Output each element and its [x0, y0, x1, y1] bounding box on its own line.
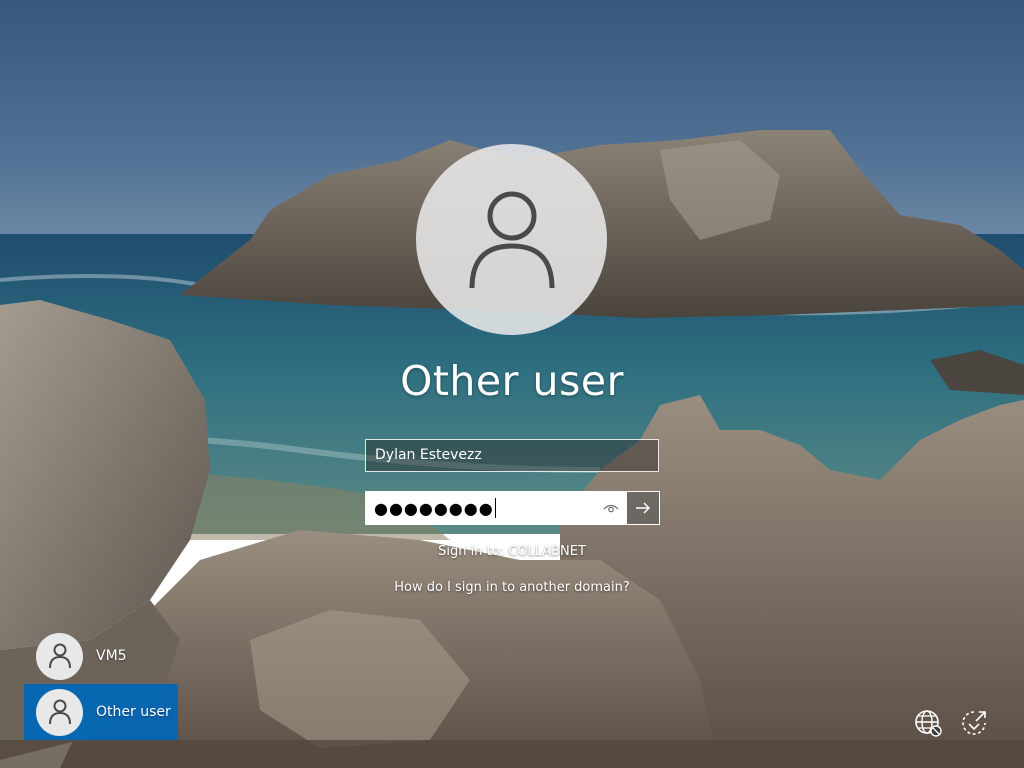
mini-avatar	[36, 688, 83, 736]
other-domain-link[interactable]: How do I sign in to another domain?	[312, 580, 712, 595]
user-item-label: Other user	[96, 704, 171, 720]
arrow-right-icon	[636, 502, 650, 514]
password-input[interactable]: ●●●●●●●●	[365, 491, 626, 525]
user-avatar	[416, 144, 607, 335]
username-input[interactable]: Dylan Estevezz	[365, 439, 659, 472]
user-item-label: VM5	[96, 648, 127, 664]
user-item-other-user[interactable]: Other user	[24, 684, 178, 740]
network-button[interactable]	[911, 706, 945, 740]
globe-network-icon	[915, 710, 942, 737]
user-icon	[48, 699, 71, 725]
password-row: ●●●●●●●●	[365, 491, 660, 525]
reveal-password-eye-icon[interactable]	[603, 501, 619, 517]
lock-screen: Other user Dylan Estevezz ●●●●●●●● Sign …	[0, 0, 1024, 768]
password-dots: ●●●●●●●●	[374, 498, 494, 518]
mini-avatar	[36, 632, 83, 680]
submit-arrow-button[interactable]	[626, 491, 660, 525]
user-display-name: Other user	[400, 357, 624, 405]
ease-of-access-icon	[962, 711, 986, 735]
user-icon	[48, 643, 71, 669]
user-icon	[469, 191, 554, 288]
text-caret	[494, 498, 496, 518]
user-item-vm5[interactable]: VM5	[24, 628, 178, 684]
sign-in-domain-label: Sign in to: COLLABNET	[438, 544, 586, 559]
user-switcher-list: VM5 Other user	[24, 628, 178, 740]
ease-of-access-button[interactable]	[957, 706, 991, 740]
